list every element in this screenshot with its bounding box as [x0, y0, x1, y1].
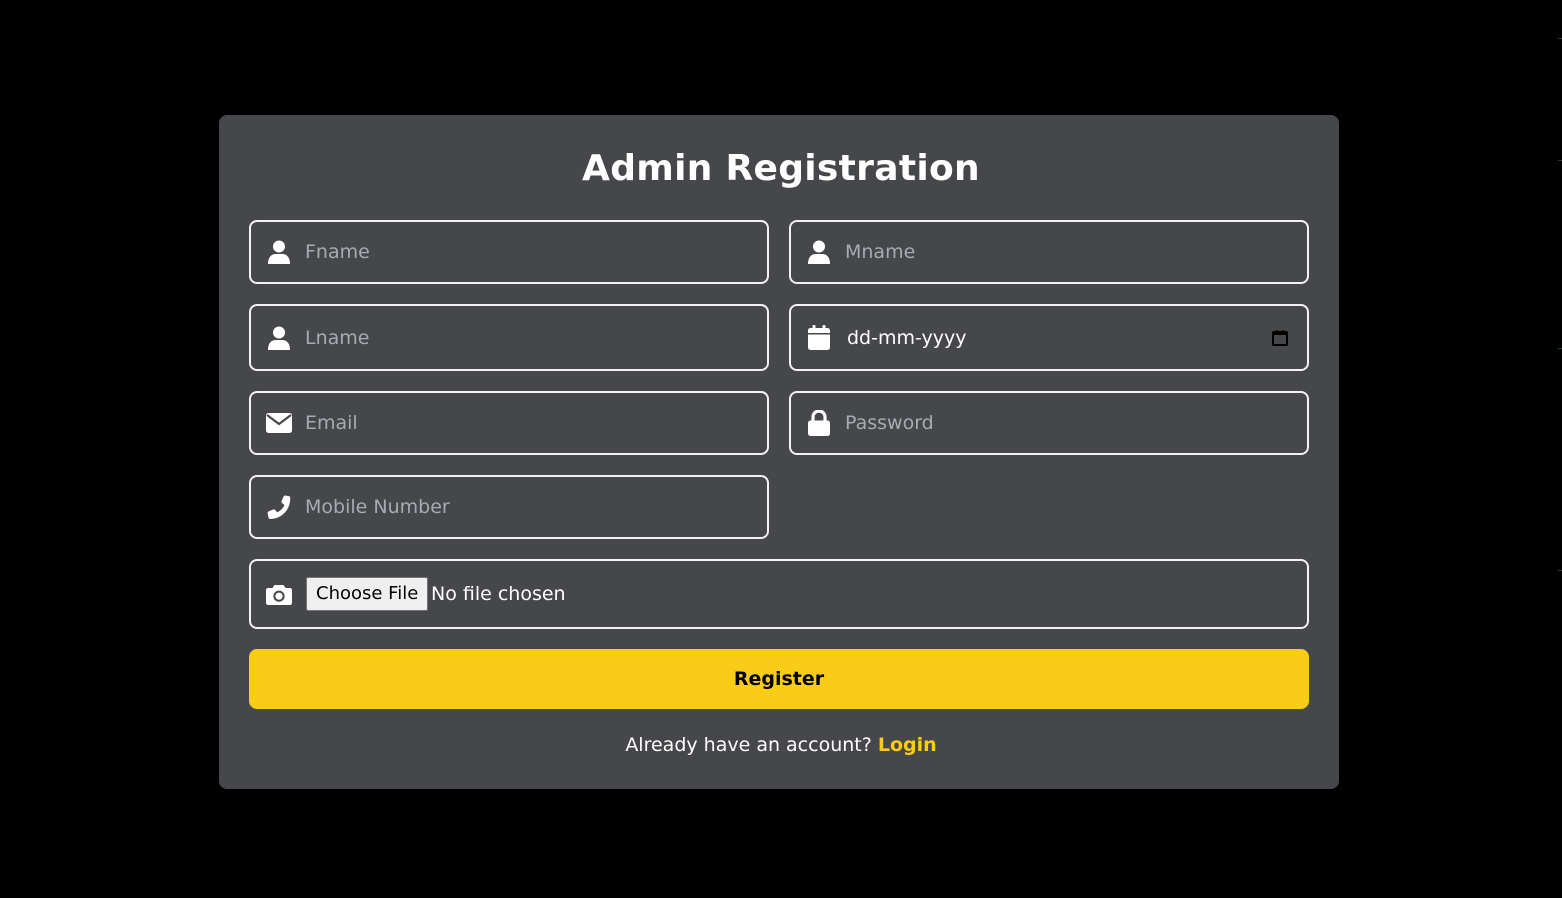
date-picker-icon[interactable]	[1271, 329, 1289, 347]
user-icon	[266, 239, 292, 265]
lname-input[interactable]	[305, 306, 751, 369]
file-status-text: No file chosen	[431, 583, 566, 605]
password-field[interactable]	[789, 391, 1309, 455]
page-title: Admin Registration	[582, 148, 980, 189]
lock-icon	[806, 410, 832, 436]
dob-field[interactable]: dd-mm-yyyy	[789, 304, 1309, 371]
mname-input[interactable]	[845, 222, 1291, 282]
password-input[interactable]	[845, 393, 1291, 453]
fname-input[interactable]	[305, 222, 751, 282]
register-button[interactable]: Register	[249, 649, 1309, 709]
phone-icon	[266, 494, 292, 520]
envelope-icon	[266, 410, 292, 436]
mobile-field[interactable]	[249, 475, 769, 539]
user-icon	[266, 325, 292, 351]
login-link[interactable]: Login	[878, 734, 937, 756]
lname-field[interactable]	[249, 304, 769, 371]
choose-file-button[interactable]: Choose File	[306, 577, 429, 611]
email-field[interactable]	[249, 391, 769, 455]
mobile-input[interactable]	[305, 477, 751, 537]
dob-value[interactable]: dd-mm-yyyy	[847, 306, 967, 369]
page-scrollbar-edge	[1558, 0, 1562, 898]
fname-field[interactable]	[249, 220, 769, 284]
user-icon	[806, 239, 832, 265]
mname-field[interactable]	[789, 220, 1309, 284]
login-prompt: Already have an account? Login	[0, 731, 1562, 759]
camera-icon	[266, 581, 292, 607]
photo-upload-field[interactable]: Choose File No file chosen	[249, 559, 1309, 629]
email-input[interactable]	[305, 393, 751, 453]
calendar-icon	[806, 325, 832, 351]
login-prompt-text: Already have an account?	[625, 734, 872, 756]
